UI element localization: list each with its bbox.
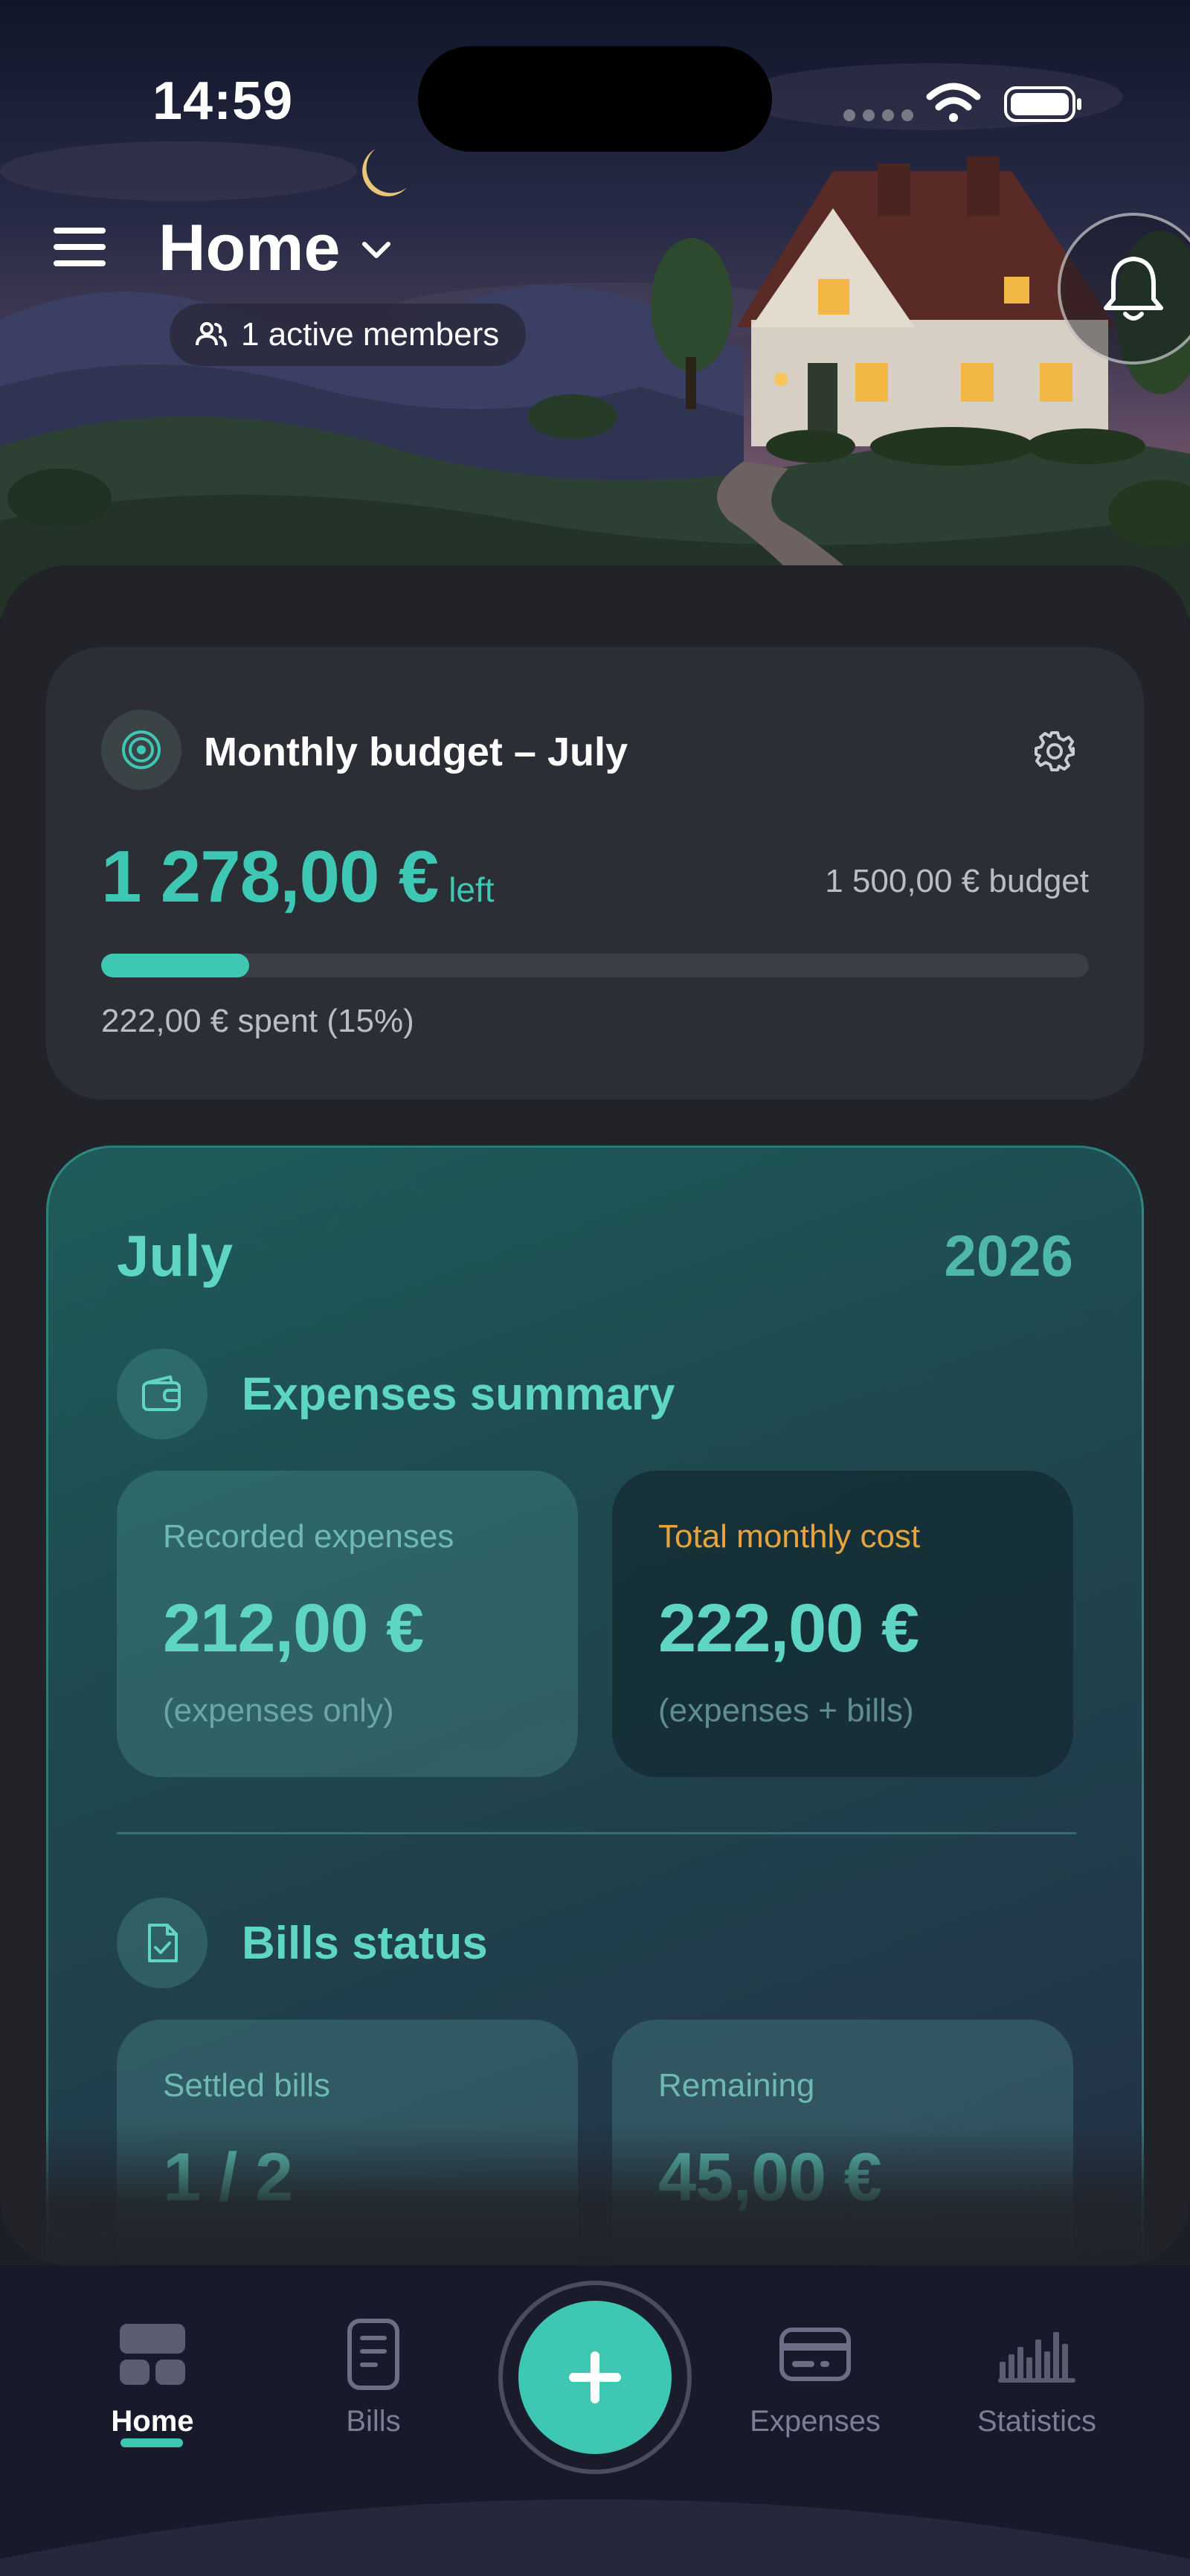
budget-spent: 222,00 € spent (15%) xyxy=(101,1003,414,1039)
budget-title: Monthly budget – July xyxy=(204,730,628,774)
nav-active-indicator xyxy=(120,2438,183,2447)
credit-card-icon xyxy=(779,2328,851,2381)
wallet-icon xyxy=(142,1375,181,1411)
hamburger-icon-line xyxy=(54,244,106,250)
bill-check-icon xyxy=(148,1924,178,1962)
nav-item-expenses[interactable]: Expenses xyxy=(718,2310,912,2481)
remaining-caption: Remaining xyxy=(658,2067,815,2104)
settled-bills-caption: Settled bills xyxy=(163,2067,331,2104)
wifi-icon xyxy=(926,83,981,122)
status-time: 14:59 xyxy=(152,71,294,131)
monthly-budget-card[interactable]: Monthly budget – July 1 278,00 € left 1 … xyxy=(46,647,1144,1099)
wallet-icon-badge xyxy=(117,1349,208,1439)
plus-icon xyxy=(569,2351,621,2403)
settled-bills-box[interactable]: Settled bills 1 / 2 xyxy=(117,2020,578,2265)
dynamic-island xyxy=(418,46,772,152)
home-grid-icon xyxy=(120,2324,185,2385)
nav-label-statistics: Statistics xyxy=(977,2405,1097,2438)
target-icon xyxy=(122,730,161,769)
nav-item-bills[interactable]: Bills xyxy=(277,2310,470,2481)
recorded-expenses-caption: Recorded expenses xyxy=(163,1518,454,1555)
expenses-summary-header: Expenses summary xyxy=(117,1349,675,1439)
bottom-wave xyxy=(0,2499,1190,2576)
nav-label-expenses: Expenses xyxy=(750,2405,881,2438)
household-selector[interactable]: Home xyxy=(158,210,391,286)
month-summary-card[interactable]: July 2026 Expenses summary Recorded expe… xyxy=(46,1146,1144,2265)
section-divider xyxy=(117,1832,1076,1834)
users-icon xyxy=(196,322,227,347)
bill-document-icon xyxy=(347,2319,399,2390)
nav-item-statistics[interactable]: Statistics xyxy=(940,2310,1133,2481)
nav-item-home[interactable]: Home xyxy=(56,2310,249,2481)
total-monthly-cost-box[interactable]: Total monthly cost 222,00 € (expenses + … xyxy=(612,1471,1073,1777)
members-pill[interactable]: 1 active members xyxy=(170,303,527,366)
total-monthly-cost-value: 222,00 € xyxy=(658,1590,919,1666)
menu-button[interactable] xyxy=(46,217,113,277)
remaining-value: 45,00 € xyxy=(658,2139,882,2215)
status-bar: 14:59 xyxy=(0,0,1190,179)
household-title: Home xyxy=(158,211,341,284)
recorded-expenses-note: (expenses only) xyxy=(163,1692,394,1729)
main-sheet: Monthly budget – July 1 278,00 € left 1 … xyxy=(0,565,1190,2265)
bills-status-header: Bills status xyxy=(117,1898,488,1988)
bell-icon xyxy=(1104,257,1163,321)
month-year: 2026 xyxy=(944,1223,1073,1288)
add-button[interactable] xyxy=(518,2301,672,2454)
hamburger-icon xyxy=(54,228,106,234)
nav-label-home: Home xyxy=(111,2405,194,2438)
fab-ring xyxy=(498,2281,692,2474)
gear-icon xyxy=(1035,731,1075,771)
battery-icon xyxy=(1004,86,1081,122)
month-name: July xyxy=(117,1223,234,1288)
budget-left-amount: 1 278,00 € xyxy=(101,835,439,917)
total-monthly-cost-note: (expenses + bills) xyxy=(658,1692,914,1729)
nav-label-bills: Bills xyxy=(346,2405,401,2438)
recorded-expenses-value: 212,00 € xyxy=(163,1590,424,1666)
members-label: 1 active members xyxy=(241,316,500,353)
signal-dots-icon xyxy=(843,109,913,121)
budget-progress-bar xyxy=(101,954,1089,977)
budget-progress-fill xyxy=(101,954,250,977)
bills-status-title: Bills status xyxy=(242,1917,488,1969)
bar-chart-icon xyxy=(998,2332,1075,2383)
target-icon-badge xyxy=(101,710,181,790)
status-icons xyxy=(843,83,1081,122)
expenses-summary-title: Expenses summary xyxy=(242,1368,675,1420)
bill-check-icon-badge xyxy=(117,1898,208,1988)
budget-left: 1 278,00 € left xyxy=(101,835,495,919)
chevron-down-icon xyxy=(361,242,390,258)
budget-total: 1 500,00 € budget xyxy=(825,863,1089,899)
recorded-expenses-box[interactable]: Recorded expenses 212,00 € (expenses onl… xyxy=(117,1471,578,1777)
budget-settings-button[interactable] xyxy=(1025,722,1084,781)
budget-left-suffix: left xyxy=(448,870,495,909)
remaining-box[interactable]: Remaining 45,00 € xyxy=(612,2020,1073,2265)
total-monthly-cost-caption: Total monthly cost xyxy=(658,1518,921,1555)
hamburger-icon-line xyxy=(54,260,106,266)
settled-bills-value: 1 / 2 xyxy=(163,2139,293,2215)
